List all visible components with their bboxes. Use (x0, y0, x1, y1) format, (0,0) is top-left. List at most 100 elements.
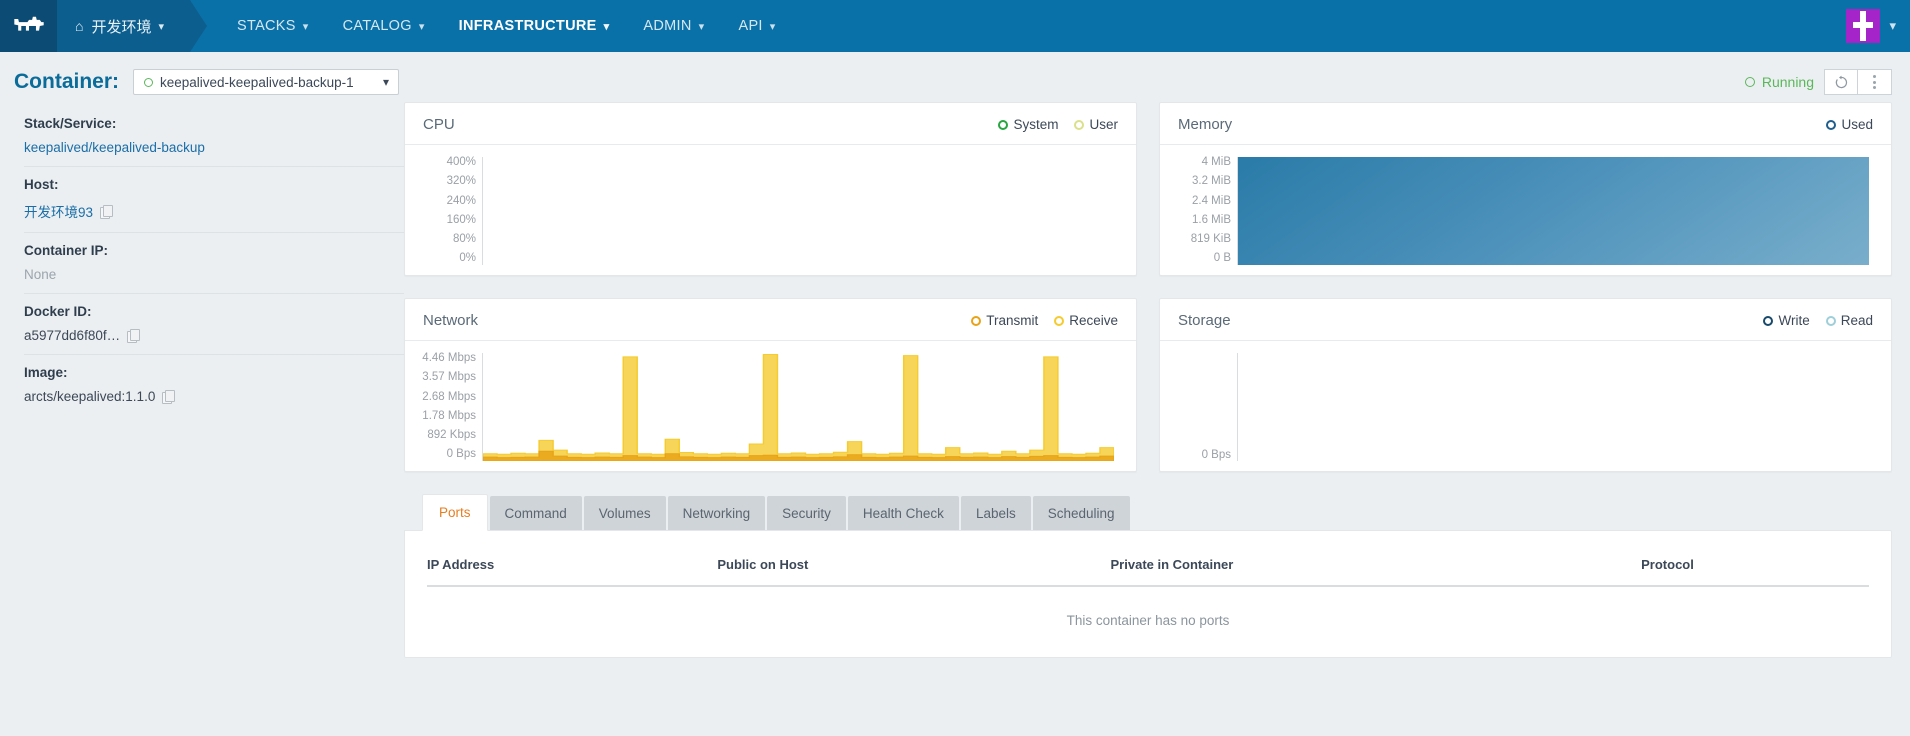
tab-labels[interactable]: Labels (960, 496, 1031, 530)
info-row-link[interactable]: keepalived/keepalived-backup (24, 140, 205, 155)
network-y-axis: 4.46 Mbps 3.57 Mbps 2.68 Mbps 1.78 Mbps 892 … (405, 352, 483, 461)
tab-ports[interactable]: Ports (422, 494, 488, 531)
rancher-logo-button[interactable] (0, 0, 57, 52)
legend-item-user[interactable]: User (1074, 117, 1118, 132)
rancher-cow-logo (13, 16, 44, 31)
header-actions: Running (1744, 69, 1892, 95)
primary-nav-items: STACKS ▾ CATALOG ▾ INFRASTRUCTURE ▾ ADMIN ▾ API ▾ (220, 0, 793, 52)
environment-switcher[interactable]: ⌂ 开发环境 ▾ (57, 0, 208, 52)
memory-used-area (1238, 157, 1869, 265)
y-axis-tick: 892 Kbps (427, 429, 476, 442)
network-legend: Transmit Receive (971, 313, 1118, 328)
tab-volumes[interactable]: Volumes (583, 496, 666, 530)
y-axis-tick: 160% (446, 213, 476, 226)
info-row-label: Container IP: (24, 243, 109, 258)
user-avatar[interactable] (1846, 9, 1881, 43)
info-row-link[interactable]: 开发环境93 (24, 201, 93, 221)
legend-ring-icon (971, 315, 982, 326)
cpu-panel-title: CPU (423, 116, 455, 133)
legend-ring-icon (1054, 315, 1065, 326)
copy-icon[interactable] (162, 390, 176, 404)
y-axis-tick: 3.2 MiB (1192, 175, 1231, 188)
y-axis-tick: 4 MiB (1201, 156, 1231, 168)
tab-security[interactable]: Security (767, 496, 846, 530)
info-row-value: None (24, 267, 404, 282)
tab-scheduling[interactable]: Scheduling (1032, 496, 1130, 530)
y-axis-tick: 3.57 Mbps (422, 371, 476, 384)
nav-item-admin[interactable]: ADMIN ▾ (626, 0, 721, 52)
ports-empty-message: This container has no ports (1066, 613, 1230, 628)
nav-item-catalog[interactable]: CATALOG ▾ (326, 0, 442, 52)
memory-y-axis: 4 MiB 3.2 MiB 2.4 MiB 1.6 MiB 819 KiB 0 B (1160, 156, 1238, 265)
legend-label: Read (1840, 313, 1873, 328)
tab-command[interactable]: Command (489, 496, 582, 530)
environment-label: 开发环境 (91, 18, 152, 36)
restart-icon (1835, 75, 1847, 88)
nav-item-label: ADMIN (643, 18, 692, 34)
memory-legend: Used (1826, 117, 1873, 132)
info-row-label: Host: (24, 177, 59, 192)
avatar-chevron-down-icon[interactable]: ▾ (1889, 18, 1896, 34)
legend-ring-icon (1074, 119, 1085, 130)
ports-column-header: Protocol (1641, 551, 1869, 587)
info-row-text: None (24, 267, 57, 282)
network-chart-panel: Network Transmit Receive 4.46 Mbps 3.57 Mb… (404, 298, 1137, 472)
nav-item-infrastructure[interactable]: INFRASTRUCTURE ▾ (442, 0, 627, 52)
chevron-down-icon: ▾ (418, 20, 425, 33)
info-row-stackservice: Stack/Service: keepalived/keepalived-back… (24, 106, 404, 167)
legend-label: Write (1778, 313, 1810, 328)
legend-item-system[interactable]: System (998, 117, 1058, 132)
chevron-down-icon: ▾ (698, 20, 705, 33)
legend-ring-icon (998, 119, 1009, 130)
ports-column-header: Public on Host (717, 551, 1111, 587)
info-row-value: arcts/keepalived:1.1.0 (24, 389, 404, 404)
info-row-label: Stack/Service: (24, 116, 117, 131)
legend-item-write[interactable]: Write (1763, 313, 1810, 328)
ports-tab-panel: IP Address Public on Host Private in Conta… (404, 530, 1892, 658)
avatar-glyph (1846, 9, 1881, 43)
legend-item-used[interactable]: Used (1826, 117, 1873, 132)
ports-column-header: IP Address (427, 551, 718, 587)
y-axis-tick: 0 Bps (446, 448, 476, 461)
chevron-down-icon: ▾ (302, 20, 309, 33)
y-axis-tick: 0% (459, 252, 476, 265)
container-info-sidebar: Stack/Service: keepalived/keepalived-back… (0, 102, 404, 658)
metrics-charts-grid: CPU System User 400% 320% 240% 160% 80% 0% Mem… (404, 102, 1892, 472)
nav-item-api[interactable]: API ▾ (721, 0, 792, 52)
y-axis-tick: 0 B (1213, 252, 1231, 265)
y-axis-tick: 1.6 MiB (1192, 213, 1231, 226)
nav-right-section: ▾ (1846, 0, 1910, 52)
restart-button[interactable] (1824, 69, 1858, 95)
y-axis-tick: 1.78 Mbps (422, 409, 476, 422)
info-row-image: Image: arcts/keepalived:1.1.0 (24, 355, 404, 415)
cpu-y-axis: 400% 320% 240% 160% 80% 0% (405, 156, 483, 265)
y-axis-tick: 4.46 Mbps (422, 352, 476, 364)
page-content: Stack/Service: keepalived/keepalived-back… (0, 102, 1910, 658)
tab-health-check[interactable]: Health Check (847, 496, 959, 530)
more-actions-button[interactable] (1858, 69, 1892, 95)
legend-item-receive[interactable]: Receive (1054, 313, 1118, 328)
main-area: CPU System User 400% 320% 240% 160% 80% 0% Mem… (404, 102, 1892, 658)
legend-item-read[interactable]: Read (1825, 313, 1873, 328)
status-badge: Running (1744, 74, 1814, 90)
nav-item-stacks[interactable]: STACKS ▾ (220, 0, 326, 52)
memory-plot: 4 MiB 3.2 MiB 2.4 MiB 1.6 MiB 819 KiB 0 B (1160, 145, 1891, 275)
legend-label: User (1089, 117, 1118, 132)
tab-networking[interactable]: Networking (667, 496, 766, 530)
container-select[interactable]: keepalived-keepalived-backup-1 ▾ (133, 69, 399, 95)
info-row-value: 开发环境93 (24, 201, 404, 221)
y-axis-tick: 400% (446, 156, 476, 168)
cpu-plot-area (483, 157, 1114, 265)
copy-icon[interactable] (127, 329, 141, 343)
y-axis-tick: 80% (452, 233, 476, 246)
info-row-value: a5977dd6f80f… (24, 328, 404, 343)
info-row-text: a5977dd6f80f… (24, 328, 121, 343)
legend-item-transmit[interactable]: Transmit (971, 313, 1038, 328)
legend-label: Used (1841, 117, 1873, 132)
y-axis-tick: 0 Bps (1201, 448, 1231, 461)
info-row-container-ip: Container IP: None (24, 233, 404, 294)
legend-label: Receive (1069, 313, 1118, 328)
nav-item-label: API (738, 18, 763, 34)
storage-plot-area (1238, 353, 1869, 461)
copy-icon[interactable] (100, 204, 114, 219)
